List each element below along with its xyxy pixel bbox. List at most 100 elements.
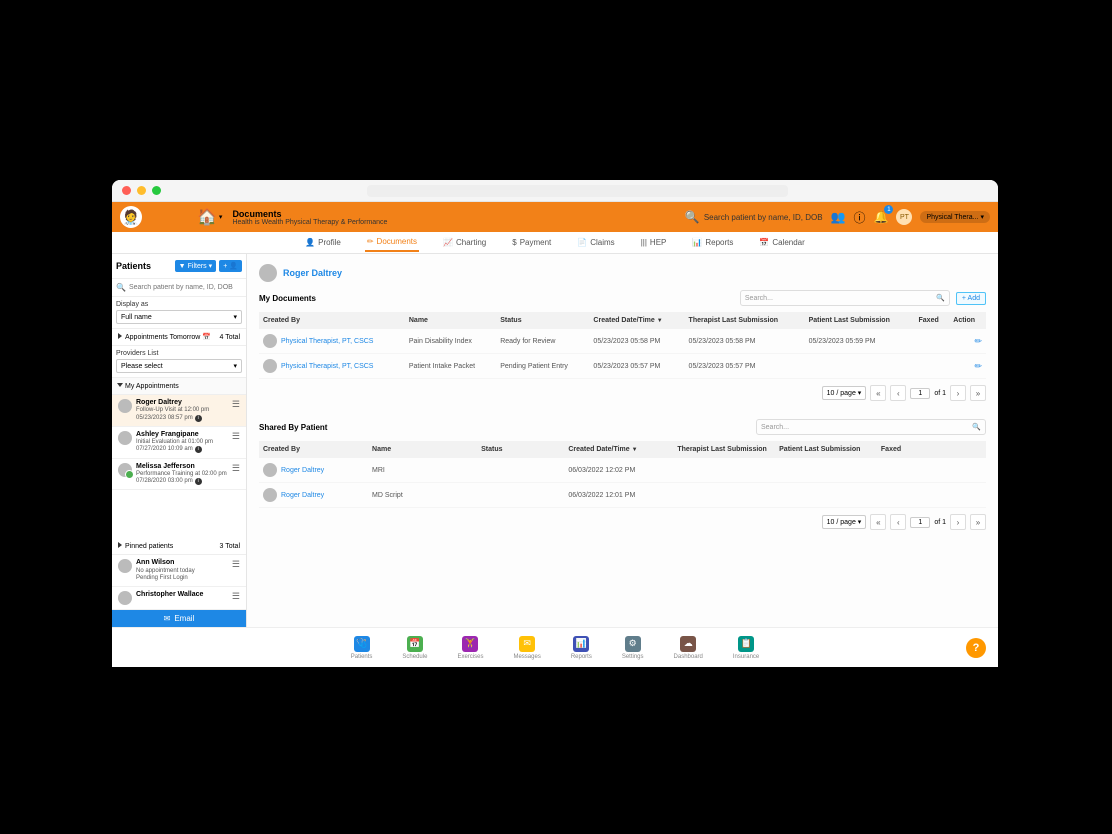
info-icon[interactable]: ⓘ	[854, 209, 866, 226]
col-therapist-sub[interactable]: Therapist Last Submission	[673, 441, 775, 458]
sidebar-search[interactable]: 🔍	[112, 279, 246, 297]
nav-reports[interactable]: 📊Reports	[571, 636, 592, 660]
col-created-dt[interactable]: Created Date/Time ▼	[564, 441, 673, 458]
table-row[interactable]: Roger DaltreyMD Script06/03/2022 12:01 P…	[259, 483, 986, 508]
pinned-patient-item[interactable]: Christopher Wallace☰	[112, 587, 246, 610]
edit-icon[interactable]: ✏	[974, 361, 982, 371]
col-faxed[interactable]: Faxed	[915, 312, 950, 329]
my-appointments-section[interactable]: My Appointments	[112, 378, 246, 395]
docs-search-input[interactable]: Search... 🔍	[740, 290, 950, 306]
tab-profile[interactable]: 👤Profile	[303, 234, 343, 251]
col-action[interactable]: Action	[949, 312, 986, 329]
avatar	[263, 334, 277, 348]
tab-claims[interactable]: 📄Claims	[575, 234, 616, 251]
tab-charting[interactable]: 📈Charting	[441, 234, 488, 251]
pinned-detail: No appointment today	[136, 568, 228, 575]
display-as-select[interactable]: Full name ▾	[116, 310, 242, 324]
tab-icon: ✏	[367, 237, 374, 246]
people-icon[interactable]: 👥	[831, 210, 846, 224]
item-menu-button[interactable]: ☰	[232, 431, 240, 442]
pinned-patient-item[interactable]: Ann WilsonNo appointment todayPending Fi…	[112, 555, 246, 587]
shared-documents-table: Created By Name Status Created Date/Time…	[259, 441, 986, 508]
appointments-tomorrow-section[interactable]: Appointments Tomorrow 📅 4 Total	[112, 329, 246, 346]
tab-reports[interactable]: 📊Reports	[690, 234, 735, 251]
table-row[interactable]: Roger DaltreyMRI06/03/2022 12:02 PM	[259, 458, 986, 483]
global-search[interactable]: 🔍 Search patient by name, ID, DOB	[685, 210, 823, 224]
shared-search-input[interactable]: Search... 🔍	[756, 419, 986, 435]
nav-dashboard[interactable]: ☁Dashboard	[674, 636, 703, 660]
edit-icon[interactable]: ✏	[974, 336, 982, 346]
doc-created: 05/23/2023 05:58 PM	[589, 329, 684, 354]
appointment-item[interactable]: Melissa JeffersonPerformance Training at…	[112, 459, 246, 491]
col-created-dt[interactable]: Created Date/Time ▼	[589, 312, 684, 329]
per-page-select[interactable]: 10 / page ▾	[822, 515, 867, 529]
close-window-button[interactable]	[122, 186, 131, 195]
page-title: Documents	[232, 209, 387, 219]
add-patient-button[interactable]: + 👤	[219, 260, 242, 272]
item-menu-button[interactable]: ☰	[232, 559, 240, 570]
col-therapist-sub[interactable]: Therapist Last Submission	[685, 312, 805, 329]
next-page-button[interactable]: ›	[950, 385, 966, 401]
last-page-button[interactable]: »	[970, 514, 986, 530]
nav-schedule[interactable]: 📅Schedule	[402, 636, 427, 660]
nav-patients[interactable]: 🩺Patients	[351, 636, 373, 660]
avatar	[263, 359, 277, 373]
item-menu-button[interactable]: ☰	[232, 591, 240, 602]
creator-link[interactable]: Roger Daltrey	[281, 492, 324, 499]
bell-icon[interactable]: 🔔 1	[874, 210, 889, 224]
tab-documents[interactable]: ✏Documents	[365, 233, 419, 252]
pinned-patients-section[interactable]: Pinned patients 3 Total	[112, 538, 246, 555]
user-menu[interactable]: Physical Thera... ▾	[920, 211, 990, 223]
item-menu-button[interactable]: ☰	[232, 399, 240, 410]
patient-name-link[interactable]: Roger Daltrey	[283, 268, 342, 278]
last-page-button[interactable]: »	[970, 385, 986, 401]
appointment-item[interactable]: Ashley FrangipaneInitial Evaluation at 0…	[112, 427, 246, 459]
nav-messages[interactable]: ✉Messages	[513, 636, 540, 660]
creator-link[interactable]: Physical Therapist, PT, CSCS	[281, 338, 373, 345]
email-button[interactable]: ✉ Email	[112, 610, 246, 627]
nav-insurance[interactable]: 📋Insurance	[733, 636, 759, 660]
url-bar[interactable]	[367, 185, 788, 197]
minimize-window-button[interactable]	[137, 186, 146, 195]
help-button[interactable]: ?	[966, 638, 986, 658]
col-name[interactable]: Name	[405, 312, 496, 329]
providers-select[interactable]: Please select ▾	[116, 359, 242, 373]
tab-payment[interactable]: $Payment	[510, 234, 553, 251]
item-menu-button[interactable]: ☰	[232, 463, 240, 474]
table-row[interactable]: Physical Therapist, PT, CSCSPain Disabil…	[259, 329, 986, 354]
page-input[interactable]	[910, 517, 930, 528]
maximize-window-button[interactable]	[152, 186, 161, 195]
next-page-button[interactable]: ›	[950, 514, 966, 530]
tab-calendar[interactable]: 📅Calendar	[757, 234, 806, 251]
col-created-by[interactable]: Created By	[259, 441, 368, 458]
col-name[interactable]: Name	[368, 441, 477, 458]
user-avatar[interactable]: PT	[896, 209, 912, 225]
creator-link[interactable]: Physical Therapist, PT, CSCS	[281, 363, 373, 370]
doc-patient-sub: 05/23/2023 05:59 PM	[805, 329, 915, 354]
col-patient-sub[interactable]: Patient Last Submission	[775, 441, 877, 458]
sidebar-search-input[interactable]	[129, 284, 242, 291]
first-page-button[interactable]: «	[870, 385, 886, 401]
add-document-button[interactable]: + Add	[956, 292, 986, 305]
col-patient-sub[interactable]: Patient Last Submission	[805, 312, 915, 329]
prev-page-button[interactable]: ‹	[890, 514, 906, 530]
table-row[interactable]: Physical Therapist, PT, CSCSPatient Inta…	[259, 354, 986, 379]
page-input[interactable]	[910, 388, 930, 399]
nav-exercises[interactable]: 🏋Exercises	[457, 636, 483, 660]
creator-link[interactable]: Roger Daltrey	[281, 467, 324, 474]
tab-hep[interactable]: |||HEP	[639, 234, 669, 251]
nav-settings[interactable]: ⚙Settings	[622, 636, 644, 660]
per-page-select[interactable]: 10 / page ▾	[822, 386, 867, 400]
col-status[interactable]: Status	[496, 312, 589, 329]
col-created-by[interactable]: Created By	[259, 312, 405, 329]
nav-label: Messages	[513, 654, 540, 660]
appointment-item[interactable]: Roger DaltreyFollow-Up Visit at 12:00 pm…	[112, 395, 246, 427]
prev-page-button[interactable]: ‹	[890, 385, 906, 401]
filters-button[interactable]: ▼ Filters ▾	[175, 260, 217, 272]
home-button[interactable]: 🏠 ▾	[197, 207, 222, 227]
appointment-detail: Performance Training at 02:00 pm	[136, 471, 228, 478]
col-faxed[interactable]: Faxed	[877, 441, 986, 458]
col-status[interactable]: Status	[477, 441, 564, 458]
tab-label: Payment	[520, 238, 552, 247]
first-page-button[interactable]: «	[870, 514, 886, 530]
